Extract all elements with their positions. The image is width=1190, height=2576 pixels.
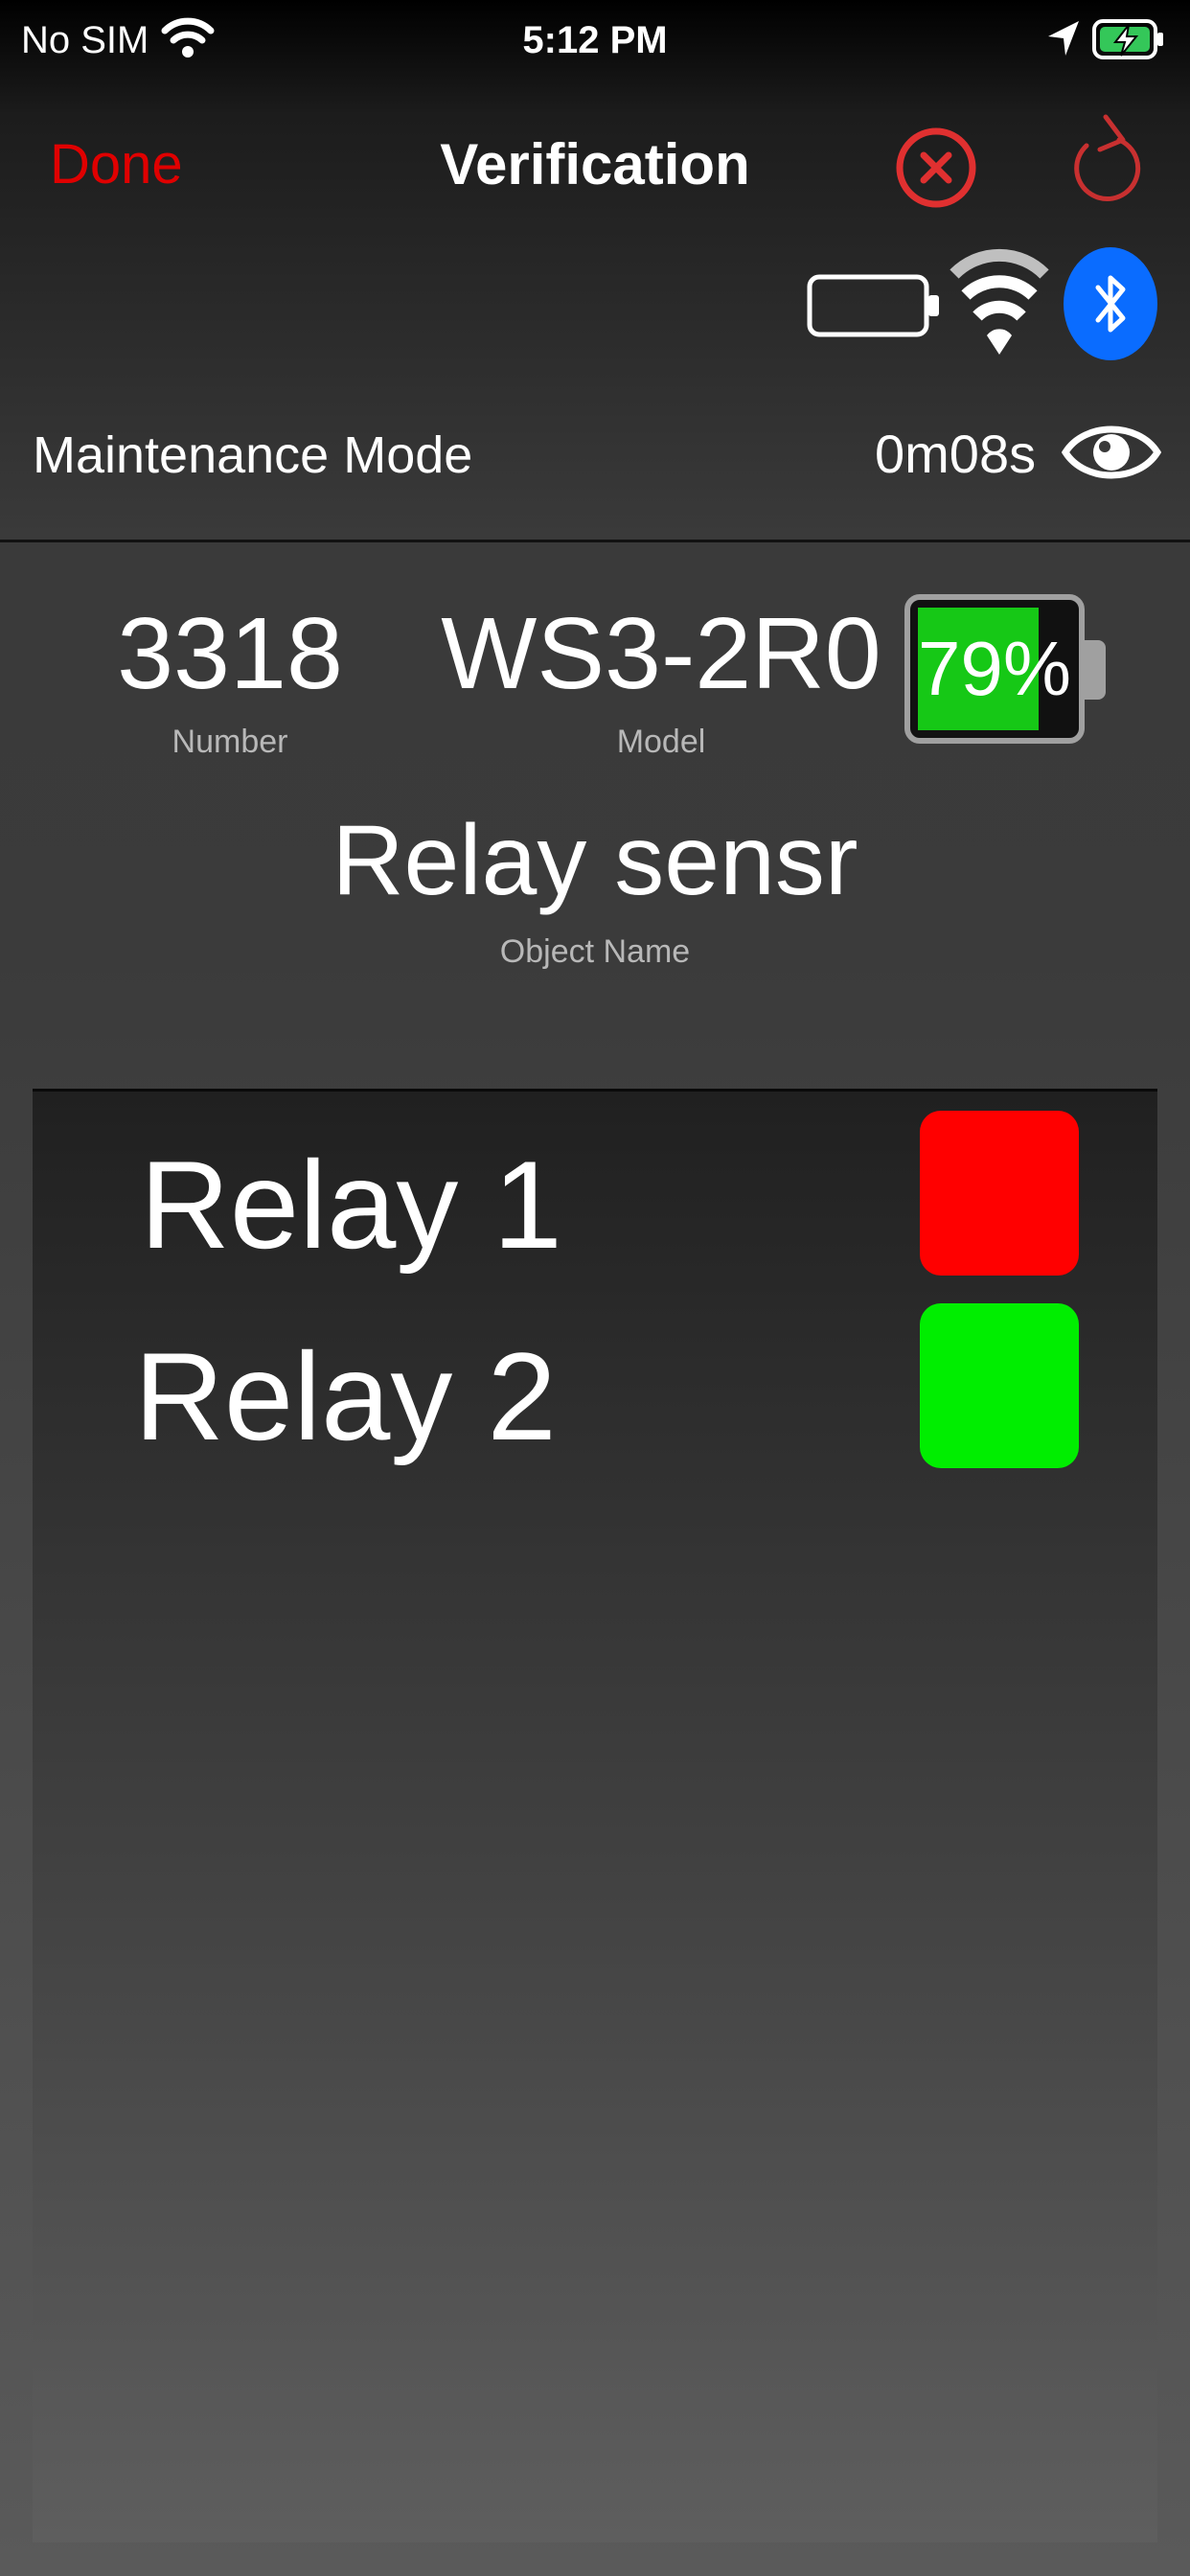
device-model-caption: Model — [616, 724, 706, 760]
device-battery-label: 79% — [917, 626, 1072, 711]
eye-icon[interactable] — [1061, 414, 1162, 495]
mode-label: Maintenance Mode — [33, 426, 473, 484]
cancel-circle-icon[interactable] — [893, 125, 979, 216]
object-name: Relay sensr — [332, 805, 858, 916]
page-title: Verification — [440, 132, 750, 196]
battery-charging-icon — [1092, 17, 1165, 66]
device-battery: 79% — [904, 594, 1085, 744]
device-number-caption: Number — [172, 724, 288, 760]
relay-1-label: Relay 1 — [140, 1135, 562, 1275]
battery-empty-icon — [807, 274, 941, 342]
relay-2-label: Relay 2 — [134, 1326, 557, 1466]
wifi-signal-icon — [949, 245, 1050, 369]
relay-1-indicator[interactable] — [920, 1111, 1079, 1276]
relay-2-indicator[interactable] — [920, 1303, 1079, 1468]
location-arrow-icon — [1046, 19, 1081, 62]
device-number: 3318 — [117, 597, 343, 710]
device-battery-nub — [1085, 640, 1106, 700]
refresh-icon[interactable] — [1064, 107, 1150, 218]
section-divider — [0, 540, 1190, 542]
relay-panel: Relay 1 Relay 2 — [33, 1089, 1157, 2542]
mode-timer: 0m08s — [875, 424, 1037, 484]
bluetooth-icon — [1064, 247, 1157, 360]
status-time: 5:12 PM — [522, 19, 668, 61]
device-model: WS3-2R0 — [441, 597, 881, 710]
object-name-caption: Object Name — [499, 933, 691, 970]
